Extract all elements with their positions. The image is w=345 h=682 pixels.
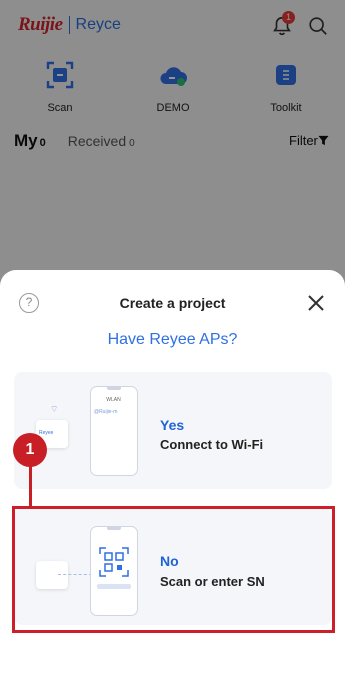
phone-illustration: WLAN @Ruijie-m	[90, 386, 138, 476]
sheet-question: Have Reyee APs?	[107, 331, 238, 348]
option-yes-description: Connect to Wi-Fi	[160, 437, 264, 452]
annotation-highlight-box	[12, 506, 335, 633]
wifi-icon: ⌔	[50, 404, 59, 414]
option-yes-card[interactable]: Reyee ⌔ WLAN @Ruijie-m Yes Connect to Wi…	[14, 372, 332, 489]
annotation-pointer	[29, 464, 32, 508]
wlan-label: WLAN	[106, 397, 121, 403]
ssid-label: @Ruijie-m	[94, 409, 118, 415]
option-yes-title: Yes	[160, 417, 185, 433]
device-label: Reyee	[39, 430, 54, 436]
sheet-title: Create a project	[119, 295, 226, 311]
close-icon[interactable]	[306, 293, 326, 313]
phone-notch	[107, 387, 121, 390]
annotation-step-marker: 1	[13, 433, 47, 467]
